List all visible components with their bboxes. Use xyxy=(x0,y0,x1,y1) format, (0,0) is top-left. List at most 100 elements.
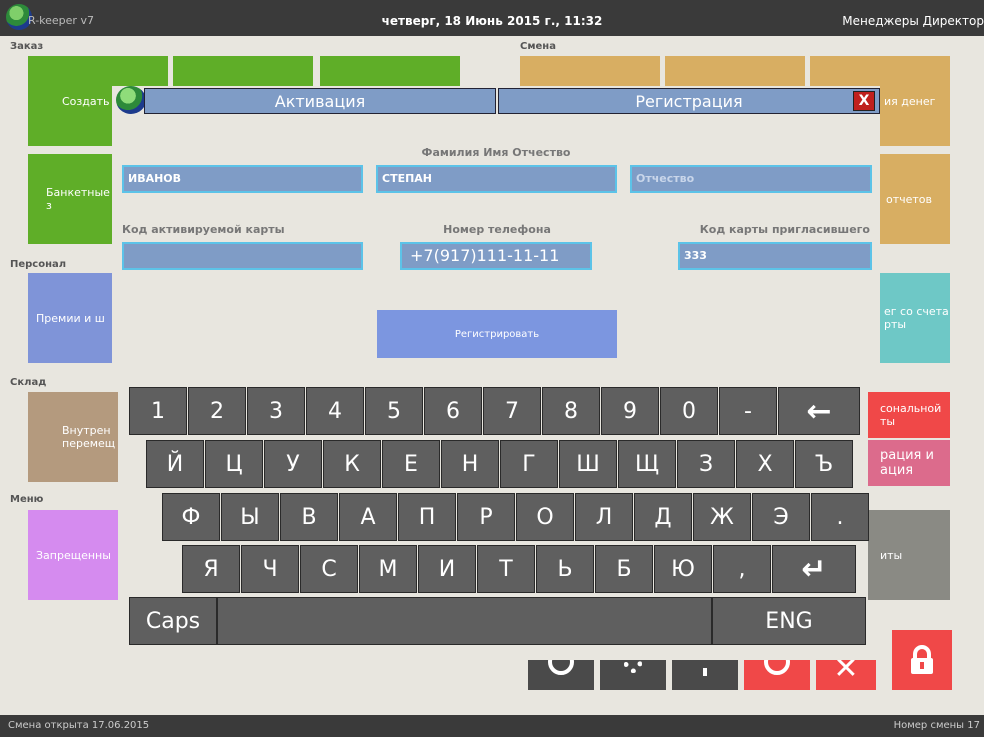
key[interactable]: 9 xyxy=(601,387,659,435)
key[interactable]: 4 xyxy=(306,387,364,435)
tile-label: ты xyxy=(880,415,896,428)
key[interactable]: Е xyxy=(382,440,440,488)
key[interactable]: Ь xyxy=(536,545,594,593)
tile-shift-2[interactable] xyxy=(665,56,805,90)
close-button[interactable]: X xyxy=(853,91,875,111)
key[interactable]: Й xyxy=(146,440,204,488)
tile-label: ация xyxy=(880,463,914,478)
key[interactable]: Ж xyxy=(693,493,751,541)
key[interactable]: Ъ xyxy=(795,440,853,488)
key[interactable]: Б xyxy=(595,545,653,593)
caps-key[interactable]: Caps xyxy=(129,597,217,645)
key[interactable]: Р xyxy=(457,493,515,541)
key[interactable]: 8 xyxy=(542,387,600,435)
tile-label: ия денег xyxy=(884,94,936,108)
register-button[interactable]: Регистрировать xyxy=(377,310,617,358)
key[interactable]: И xyxy=(418,545,476,593)
refresh-button[interactable] xyxy=(528,660,594,690)
dialog-tabs: Активация Регистрация X xyxy=(112,86,880,116)
tile-internal-move[interactable]: Внутрен перемещ xyxy=(28,392,118,482)
key[interactable]: 5 xyxy=(365,387,423,435)
key[interactable]: Х xyxy=(736,440,794,488)
key[interactable]: Ц xyxy=(205,440,263,488)
tile-bonus[interactable]: Премии и ш xyxy=(28,273,118,363)
gear-icon xyxy=(624,660,642,673)
key[interactable]: З xyxy=(677,440,735,488)
card-code-field[interactable] xyxy=(122,242,363,270)
key[interactable]: 7 xyxy=(483,387,541,435)
key[interactable]: Д xyxy=(634,493,692,541)
key[interactable]: Щ xyxy=(618,440,676,488)
tab-activation[interactable]: Активация xyxy=(144,88,496,114)
section-staff: Персонал xyxy=(10,259,67,270)
key[interactable]: 1 xyxy=(129,387,187,435)
lock-icon xyxy=(911,645,933,674)
tile-label: Запрещенны xyxy=(36,548,111,562)
tile-reports[interactable]: отчетов xyxy=(880,154,950,244)
tile-label: сональной xyxy=(880,402,942,415)
key[interactable]: Ш xyxy=(559,440,617,488)
activation-dialog: Активация Регистрация X Фамилия Имя Отче… xyxy=(112,86,880,376)
tile-forbidden[interactable]: Запрещенны xyxy=(28,510,118,600)
tile-label: Премии и ш xyxy=(36,311,105,325)
tab-registration[interactable]: Регистрация xyxy=(498,88,880,114)
info-button[interactable] xyxy=(672,660,738,690)
key[interactable]: . xyxy=(811,493,869,541)
lock-button[interactable] xyxy=(892,630,952,690)
phone-field[interactable]: +7(917)111-11-11 xyxy=(400,242,592,270)
tile-order-3[interactable] xyxy=(320,56,460,90)
tile-banquet[interactable]: Банкетные з xyxy=(28,154,118,244)
tile-label: отчетов xyxy=(886,192,933,206)
patronymic-field[interactable]: Отчество xyxy=(630,165,872,193)
key[interactable]: В xyxy=(280,493,338,541)
power-icon xyxy=(764,660,790,675)
tile-other[interactable]: иты xyxy=(868,510,950,600)
key[interactable]: М xyxy=(359,545,417,593)
key[interactable]: , xyxy=(713,545,771,593)
tile-transfer[interactable]: ег со счета рты xyxy=(880,273,950,363)
key[interactable]: Ч xyxy=(241,545,299,593)
card-code-label: Код активируемой карты xyxy=(122,223,285,236)
key[interactable]: У xyxy=(264,440,322,488)
key[interactable]: О xyxy=(516,493,574,541)
key[interactable]: Л xyxy=(575,493,633,541)
tile-label: ег со счета xyxy=(884,305,949,318)
first-name-field[interactable]: СТЕПАН xyxy=(376,165,617,193)
key[interactable]: Т xyxy=(477,545,535,593)
inviter-code-field[interactable]: 333 xyxy=(678,242,872,270)
power-button[interactable] xyxy=(744,660,810,690)
key[interactable]: 0 xyxy=(660,387,718,435)
tile-registration[interactable]: рация и ация xyxy=(868,440,950,486)
section-warehouse: Склад xyxy=(10,377,47,388)
tile-label: Создать з xyxy=(62,94,119,108)
space-key[interactable] xyxy=(217,597,712,645)
key[interactable]: П xyxy=(398,493,456,541)
key[interactable]: 2 xyxy=(188,387,246,435)
tile-personal[interactable]: сональной ты xyxy=(868,392,950,438)
key[interactable]: К xyxy=(323,440,381,488)
lang-key[interactable]: ENG xyxy=(712,597,866,645)
key[interactable]: Г xyxy=(500,440,558,488)
datetime: четверг, 18 Июнь 2015 г., 11:32 xyxy=(381,14,603,28)
key[interactable]: Э xyxy=(752,493,810,541)
tile-label: иты xyxy=(880,548,903,562)
key[interactable]: Я xyxy=(182,545,240,593)
key[interactable]: А xyxy=(339,493,397,541)
backspace-key[interactable]: ← xyxy=(778,387,860,435)
key[interactable]: - xyxy=(719,387,777,435)
key[interactable]: Ф xyxy=(162,493,220,541)
tile-label: Банкетные з xyxy=(46,186,110,212)
key[interactable]: Ю xyxy=(654,545,712,593)
tile-order-2[interactable] xyxy=(173,56,313,90)
key[interactable]: С xyxy=(300,545,358,593)
key[interactable]: Ы xyxy=(221,493,279,541)
enter-key[interactable]: ↵ xyxy=(772,545,856,593)
onscreen-keyboard: 1 2 3 4 5 6 7 8 9 0- ← Й Ц У К Е Н Г Ш Щ З Х Ъ Ф Ы В А П Р О Л Д Ж Э. Я Ч С М… xyxy=(128,386,869,645)
last-name-field[interactable]: ИВАНОВ xyxy=(122,165,363,193)
tile-shift-1[interactable] xyxy=(520,56,660,90)
key[interactable]: 6 xyxy=(424,387,482,435)
key[interactable]: 3 xyxy=(247,387,305,435)
exit-button[interactable]: ✕ xyxy=(816,660,876,690)
settings-button[interactable] xyxy=(600,660,666,690)
key[interactable]: Н xyxy=(441,440,499,488)
